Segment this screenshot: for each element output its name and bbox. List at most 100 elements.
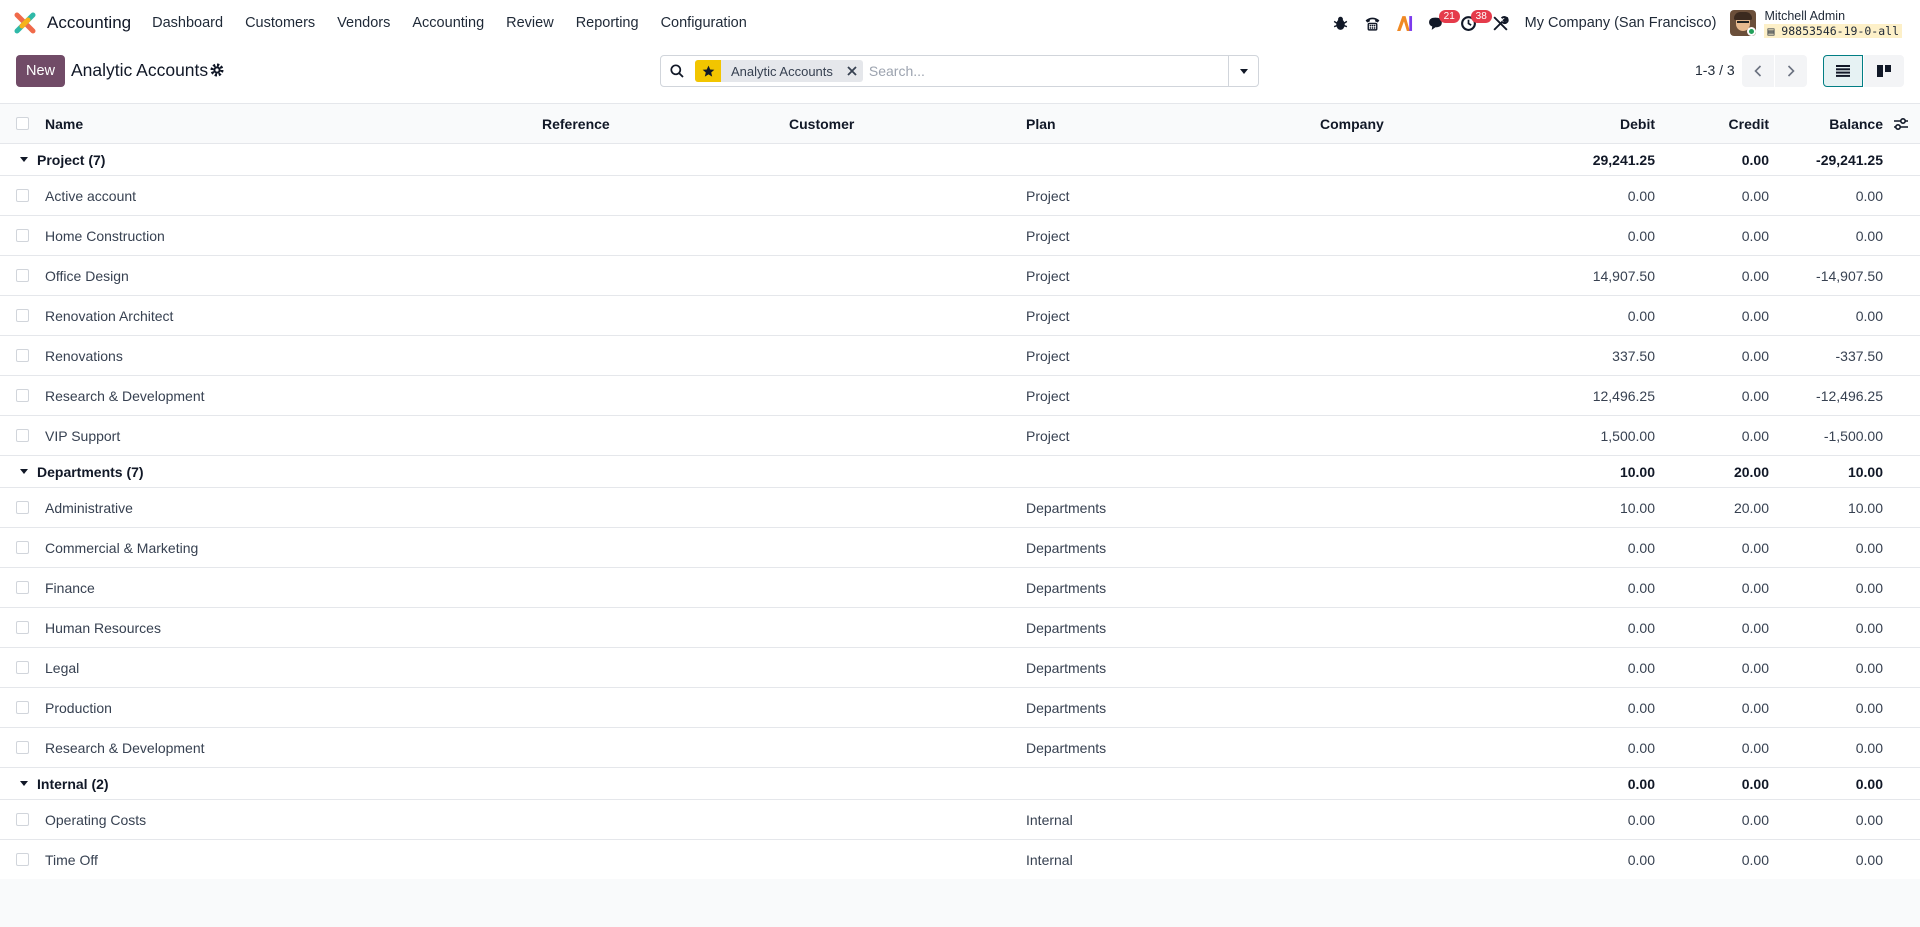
col-credit[interactable]: Credit xyxy=(1729,104,1769,143)
cell-name: Time Off xyxy=(45,851,98,868)
cell-plan: Project xyxy=(1026,387,1070,404)
table-row[interactable]: Legal Departments 0.00 0.00 0.00 xyxy=(0,648,1920,688)
col-company[interactable]: Company xyxy=(1320,104,1384,143)
select-all-checkbox[interactable] xyxy=(16,116,29,130)
row-checkbox[interactable] xyxy=(16,308,29,322)
ai-icon[interactable] xyxy=(1389,0,1421,46)
col-balance[interactable]: Balance xyxy=(1829,104,1883,143)
col-reference[interactable]: Reference xyxy=(542,104,610,143)
cell-credit: 0.00 xyxy=(1741,387,1769,404)
row-checkbox[interactable] xyxy=(16,620,29,634)
company-switcher[interactable]: My Company (San Francisco) xyxy=(1525,15,1717,31)
chat-messages-icon[interactable]: 21 xyxy=(1421,0,1460,46)
column-options-sliders-icon[interactable] xyxy=(1893,117,1909,131)
pager-next-button[interactable] xyxy=(1775,55,1807,87)
search-options-toggle[interactable] xyxy=(1228,56,1258,86)
cell-plan: Departments xyxy=(1026,579,1107,596)
table-row[interactable]: VIP Support Project 1,500.00 0.00 -1,500.00 xyxy=(0,416,1920,456)
tools-icon[interactable] xyxy=(1485,0,1517,46)
table-row[interactable]: Renovations Project 337.50 0.00 -337.50 xyxy=(0,336,1920,376)
table-row[interactable]: Finance Departments 0.00 0.00 0.00 xyxy=(0,568,1920,608)
app-brand[interactable]: Accounting xyxy=(14,12,131,34)
cell-credit: 0.00 xyxy=(1741,539,1769,556)
row-checkbox[interactable] xyxy=(16,348,29,362)
row-checkbox[interactable] xyxy=(16,700,29,714)
cell-name: VIP Support xyxy=(45,427,121,444)
cell-debit: 0.00 xyxy=(1627,739,1655,756)
phone-icon[interactable] xyxy=(1357,0,1389,46)
search-bar: Analytic Accounts xyxy=(660,55,1259,87)
cell-credit: 20.00 xyxy=(1733,499,1769,516)
debug-bug-icon[interactable] xyxy=(1325,0,1357,46)
group-row[interactable]: Internal (2) 0.00 0.00 0.00 xyxy=(0,768,1920,800)
cell-balance: 0.00 xyxy=(1855,539,1883,556)
cell-balance: 0.00 xyxy=(1855,739,1883,756)
cell-balance: 0.00 xyxy=(1855,619,1883,636)
new-button[interactable]: New xyxy=(16,55,66,87)
menu-configuration[interactable]: Configuration xyxy=(650,0,758,46)
user-menu[interactable]: Mitchell Admin ▤ 98853546-19-0-all xyxy=(1730,9,1902,38)
cell-name: Production xyxy=(45,699,112,716)
table-row[interactable]: Operating Costs Internal 0.00 0.00 0.00 xyxy=(0,800,1920,840)
cell-credit: 0.00 xyxy=(1741,267,1769,284)
group-row[interactable]: Project (7) 29,241.25 0.00 -29,241.25 xyxy=(0,144,1920,176)
kanban-view-button[interactable] xyxy=(1864,55,1904,87)
row-checkbox[interactable] xyxy=(16,428,29,442)
gear-icon[interactable] xyxy=(209,62,225,78)
row-checkbox[interactable] xyxy=(16,660,29,674)
list-view-button[interactable] xyxy=(1823,55,1863,87)
remove-facet-close-icon[interactable] xyxy=(841,66,863,76)
menu-review[interactable]: Review xyxy=(495,0,565,46)
table-row[interactable]: Research & Development Project 12,496.25 0.… xyxy=(0,376,1920,416)
row-checkbox[interactable] xyxy=(16,812,29,826)
row-checkbox[interactable] xyxy=(16,268,29,282)
group-label-text: Project (7) xyxy=(37,151,106,168)
row-checkbox[interactable] xyxy=(16,228,29,242)
group-row[interactable]: Departments (7) 10.00 20.00 10.00 xyxy=(0,456,1920,488)
menu-vendors[interactable]: Vendors xyxy=(326,0,401,46)
cell-debit: 14,907.50 xyxy=(1592,267,1655,284)
menu-customers[interactable]: Customers xyxy=(234,0,326,46)
table-row[interactable]: Research & Development Departments 0.00 0.0… xyxy=(0,728,1920,768)
search-input[interactable] xyxy=(868,57,1228,85)
col-name[interactable]: Name xyxy=(45,104,83,143)
table-row[interactable]: Production Departments 0.00 0.00 0.00 xyxy=(0,688,1920,728)
row-checkbox[interactable] xyxy=(16,388,29,402)
table-row[interactable]: Commercial & Marketing Departments 0.00 0.0… xyxy=(0,528,1920,568)
table-row[interactable]: Active account Project 0.00 0.00 0.00 xyxy=(0,176,1920,216)
cell-debit: 10.00 xyxy=(1619,499,1655,516)
cell-credit: 0.00 xyxy=(1741,427,1769,444)
row-checkbox[interactable] xyxy=(16,188,29,202)
menu-accounting[interactable]: Accounting xyxy=(401,0,495,46)
cell-plan: Project xyxy=(1026,347,1070,364)
table-row[interactable]: Office Design Project 14,907.50 0.00 -14,907… xyxy=(0,256,1920,296)
pager-value[interactable]: 1-3 / 3 xyxy=(1695,62,1735,78)
group-label[interactable]: Project (7) xyxy=(20,144,105,175)
col-debit[interactable]: Debit xyxy=(1620,104,1655,143)
row-checkbox[interactable] xyxy=(16,500,29,514)
col-plan[interactable]: Plan xyxy=(1026,104,1056,143)
cell-credit: 0.00 xyxy=(1741,659,1769,676)
table-row[interactable]: Renovation Architect Project 0.00 0.00 0.00 xyxy=(0,296,1920,336)
cell-plan: Project xyxy=(1026,307,1070,324)
group-debit: 10.00 xyxy=(1619,463,1655,480)
menu-reporting[interactable]: Reporting xyxy=(565,0,650,46)
cell-credit: 0.00 xyxy=(1741,811,1769,828)
row-checkbox[interactable] xyxy=(16,540,29,554)
table-row[interactable]: Administrative Departments 10.00 20.00 10.00 xyxy=(0,488,1920,528)
row-checkbox[interactable] xyxy=(16,580,29,594)
col-customer[interactable]: Customer xyxy=(789,104,854,143)
row-checkbox[interactable] xyxy=(16,740,29,754)
table-bottom-area xyxy=(0,879,1920,927)
table-row[interactable]: Home Construction Project 0.00 0.00 0.00 xyxy=(0,216,1920,256)
activity-clock-icon[interactable]: 38 xyxy=(1453,0,1492,46)
menu-dashboard[interactable]: Dashboard xyxy=(141,0,234,46)
table-row[interactable]: Human Resources Departments 0.00 0.00 0.00 xyxy=(0,608,1920,648)
kanban-view-icon xyxy=(1877,65,1891,77)
group-label[interactable]: Internal (2) xyxy=(20,768,109,799)
group-label[interactable]: Departments (7) xyxy=(20,456,144,487)
pager-previous-button[interactable] xyxy=(1742,55,1774,87)
cell-name: Administrative xyxy=(45,499,133,516)
table-row[interactable]: Time Off Internal 0.00 0.00 0.00 xyxy=(0,840,1920,880)
row-checkbox[interactable] xyxy=(16,852,29,866)
